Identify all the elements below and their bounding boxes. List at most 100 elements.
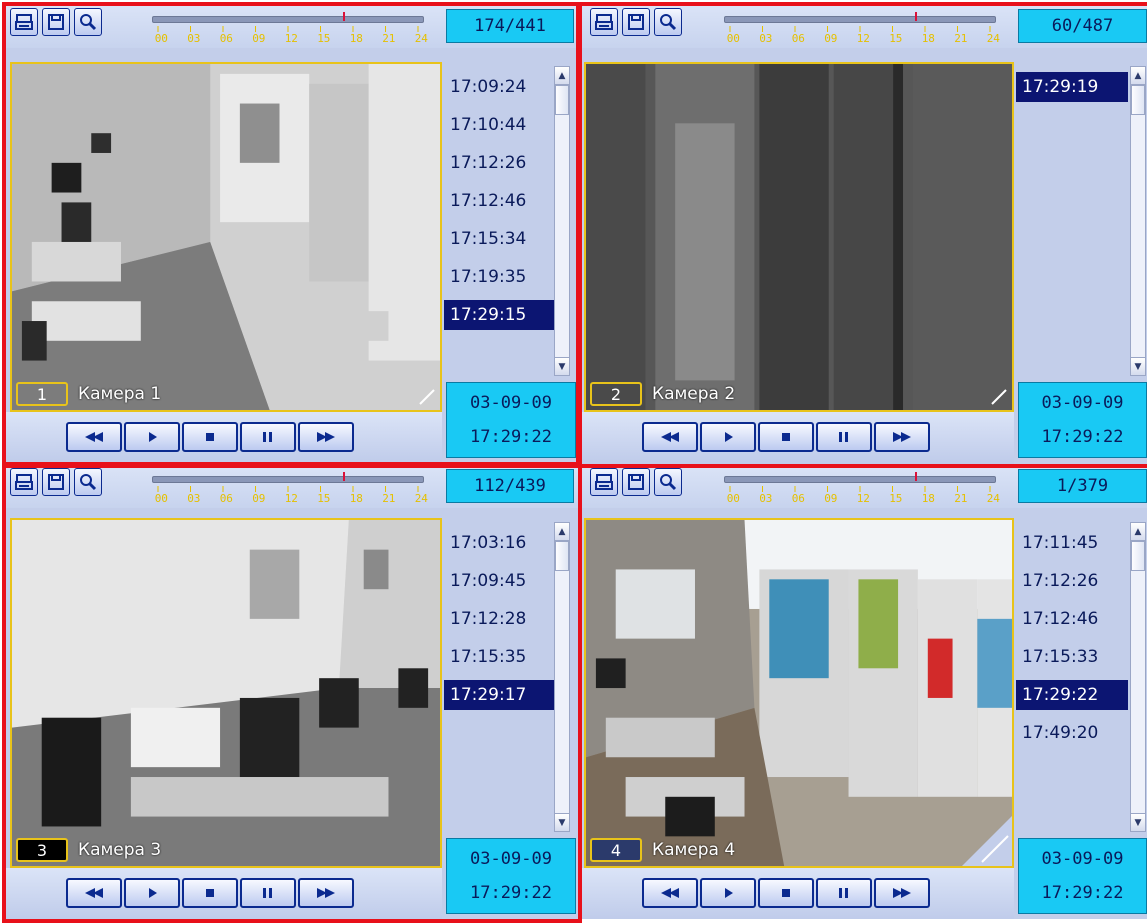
timeline-hour-label: 15 (889, 32, 903, 45)
event-list-scrollbar[interactable]: ▲ ▼ (1130, 522, 1146, 832)
event-time-list[interactable]: 17:29:19 (1014, 62, 1147, 378)
event-time-item[interactable]: 17:15:33 (1016, 642, 1126, 672)
video-view[interactable]: 2 Камера 2 (584, 62, 1014, 412)
timeline-slider[interactable]: 00 03 06 09 12 15 18 21 24 (152, 472, 428, 506)
event-time-item[interactable]: 17:12:28 (444, 604, 554, 634)
pause-button[interactable] (816, 878, 872, 908)
video-view[interactable]: 4 Камера 4 (584, 518, 1014, 868)
fast-forward-button[interactable] (874, 878, 930, 908)
event-time-item[interactable]: 17:15:35 (444, 642, 554, 672)
play-button[interactable] (700, 878, 756, 908)
timeline-slider[interactable]: 00 03 06 09 12 15 18 21 24 (152, 12, 428, 46)
fast-forward-icon (317, 432, 335, 442)
timeline-track (724, 16, 996, 23)
event-time-item[interactable]: 17:29:19 (1016, 72, 1128, 102)
camera-panel-3[interactable]: 00 03 06 09 12 15 18 21 24 112/439 3 Камера 3 (4, 464, 578, 919)
scroll-thumb[interactable] (555, 85, 569, 115)
time-readout: 17:29:22 (470, 427, 552, 447)
search-button[interactable] (74, 8, 102, 36)
pause-button[interactable] (816, 422, 872, 452)
scroll-down-button[interactable]: ▼ (555, 357, 569, 375)
event-time-item[interactable]: 17:09:45 (444, 566, 554, 596)
event-time-item[interactable]: 17:12:46 (444, 186, 554, 216)
event-time-item[interactable]: 17:29:17 (444, 680, 556, 710)
fast-forward-button[interactable] (298, 878, 354, 908)
timeline-hour-label: 09 (252, 32, 266, 45)
event-time-item[interactable]: 17:12:26 (444, 148, 554, 178)
pause-button[interactable] (240, 878, 296, 908)
scroll-down-button[interactable]: ▼ (1131, 813, 1145, 831)
event-time-item[interactable]: 17:19:35 (444, 262, 554, 292)
scroll-up-button[interactable]: ▲ (555, 67, 569, 85)
timeline-track (152, 476, 424, 483)
resize-grip-icon[interactable] (418, 388, 436, 406)
resize-grip-icon[interactable] (990, 388, 1008, 406)
pause-icon (263, 888, 272, 898)
stop-button[interactable] (758, 878, 814, 908)
event-time-item[interactable]: 17:09:24 (444, 72, 554, 102)
event-list-scrollbar[interactable]: ▲ ▼ (554, 522, 570, 832)
scroll-up-button[interactable]: ▲ (1131, 523, 1145, 541)
stop-button[interactable] (182, 878, 238, 908)
event-time-item[interactable]: 17:12:46 (1016, 604, 1126, 634)
timeline-marker[interactable] (914, 472, 917, 481)
pause-button[interactable] (240, 422, 296, 452)
resize-grip-icon[interactable] (962, 816, 1012, 866)
scroll-thumb[interactable] (1131, 85, 1145, 115)
search-button[interactable] (654, 8, 682, 36)
save-button[interactable] (42, 8, 70, 36)
stop-button[interactable] (758, 422, 814, 452)
play-button[interactable] (700, 422, 756, 452)
camera-panel-4[interactable]: 00 03 06 09 12 15 18 21 24 1/379 4 Камер… (578, 464, 1147, 919)
search-button[interactable] (654, 468, 682, 496)
search-icon (660, 474, 677, 491)
save-button[interactable] (622, 468, 650, 496)
event-time-list[interactable]: 17:11:45 17:12:26 17:12:46 17:15:33 17:29:22… (1014, 518, 1147, 834)
camera-name-label: Камера 3 (78, 840, 162, 860)
fast-forward-button[interactable] (874, 422, 930, 452)
fast-forward-button[interactable] (298, 422, 354, 452)
rewind-button[interactable] (642, 878, 698, 908)
play-button[interactable] (124, 422, 180, 452)
rewind-icon (85, 888, 103, 898)
scroll-down-button[interactable]: ▼ (555, 813, 569, 831)
video-view[interactable]: 3 Камера 3 (10, 518, 442, 868)
print-button[interactable] (10, 8, 38, 36)
event-list-scrollbar[interactable]: ▲ ▼ (1130, 66, 1146, 376)
save-button[interactable] (42, 468, 70, 496)
print-button[interactable] (10, 468, 38, 496)
event-time-item[interactable]: 17:29:22 (1016, 680, 1128, 710)
timeline-slider[interactable]: 00 03 06 09 12 15 18 21 24 (724, 472, 1000, 506)
event-time-item[interactable]: 17:12:26 (1016, 566, 1126, 596)
event-time-item[interactable]: 17:11:45 (1016, 528, 1126, 558)
event-time-item[interactable]: 17:15:34 (444, 224, 554, 254)
print-button[interactable] (590, 468, 618, 496)
timeline-hour-label: 06 (791, 32, 805, 45)
timeline-marker[interactable] (342, 472, 345, 481)
timeline-marker[interactable] (342, 12, 345, 21)
stop-button[interactable] (182, 422, 238, 452)
timeline-marker[interactable] (914, 12, 917, 21)
rewind-button[interactable] (66, 878, 122, 908)
rewind-button[interactable] (66, 422, 122, 452)
event-time-item[interactable]: 17:29:15 (444, 300, 556, 330)
scroll-thumb[interactable] (1131, 541, 1145, 571)
scroll-up-button[interactable]: ▲ (555, 523, 569, 541)
date-time-display: 03-09-09 17:29:22 (446, 382, 576, 458)
timeline-slider[interactable]: 00 03 06 09 12 15 18 21 24 (724, 12, 1000, 46)
scroll-down-button[interactable]: ▼ (1131, 357, 1145, 375)
event-time-item[interactable]: 17:03:16 (444, 528, 554, 558)
scroll-thumb[interactable] (555, 541, 569, 571)
event-time-item[interactable]: 17:49:20 (1016, 718, 1126, 748)
event-list-scrollbar[interactable]: ▲ ▼ (554, 66, 570, 376)
scroll-up-button[interactable]: ▲ (1131, 67, 1145, 85)
rewind-button[interactable] (642, 422, 698, 452)
camera-panel-1[interactable]: 00 03 06 09 12 15 18 21 24 174/441 1 Кам… (4, 4, 578, 464)
play-button[interactable] (124, 878, 180, 908)
camera-panel-2[interactable]: 00 03 06 09 12 15 18 21 24 60/487 2 Камера 2 17:… (578, 4, 1147, 464)
search-button[interactable] (74, 468, 102, 496)
event-time-item[interactable]: 17:10:44 (444, 110, 554, 140)
save-button[interactable] (622, 8, 650, 36)
video-view[interactable]: 1 Камера 1 (10, 62, 442, 412)
print-button[interactable] (590, 8, 618, 36)
